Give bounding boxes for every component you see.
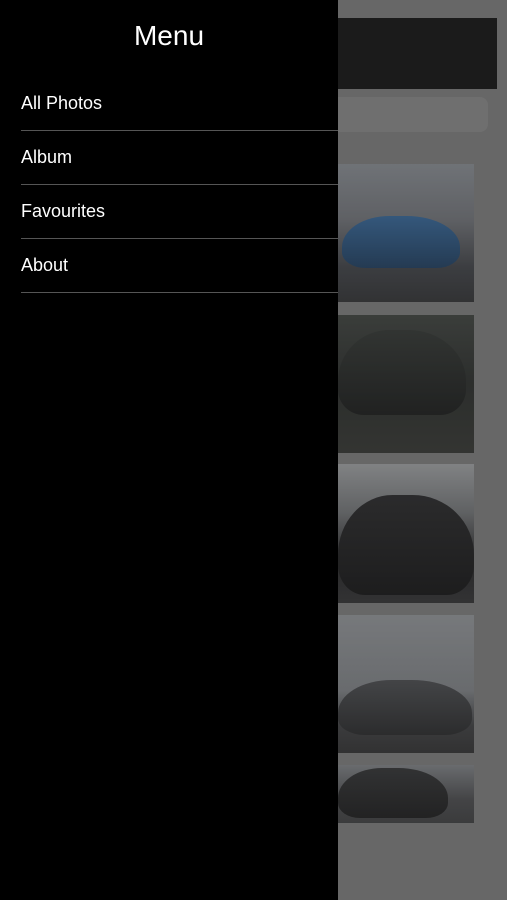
menu-item-favourites[interactable]: Favourites bbox=[21, 185, 338, 239]
drawer-title: Menu bbox=[133, 20, 205, 51]
menu-list: All Photos Album Favourites About bbox=[21, 77, 338, 293]
menu-item-all-photos[interactable]: All Photos bbox=[21, 77, 338, 131]
menu-item-album[interactable]: Album bbox=[21, 131, 338, 185]
side-drawer: Menu All Photos Album Favourites About bbox=[0, 0, 338, 900]
menu-item-about[interactable]: About bbox=[21, 239, 338, 293]
